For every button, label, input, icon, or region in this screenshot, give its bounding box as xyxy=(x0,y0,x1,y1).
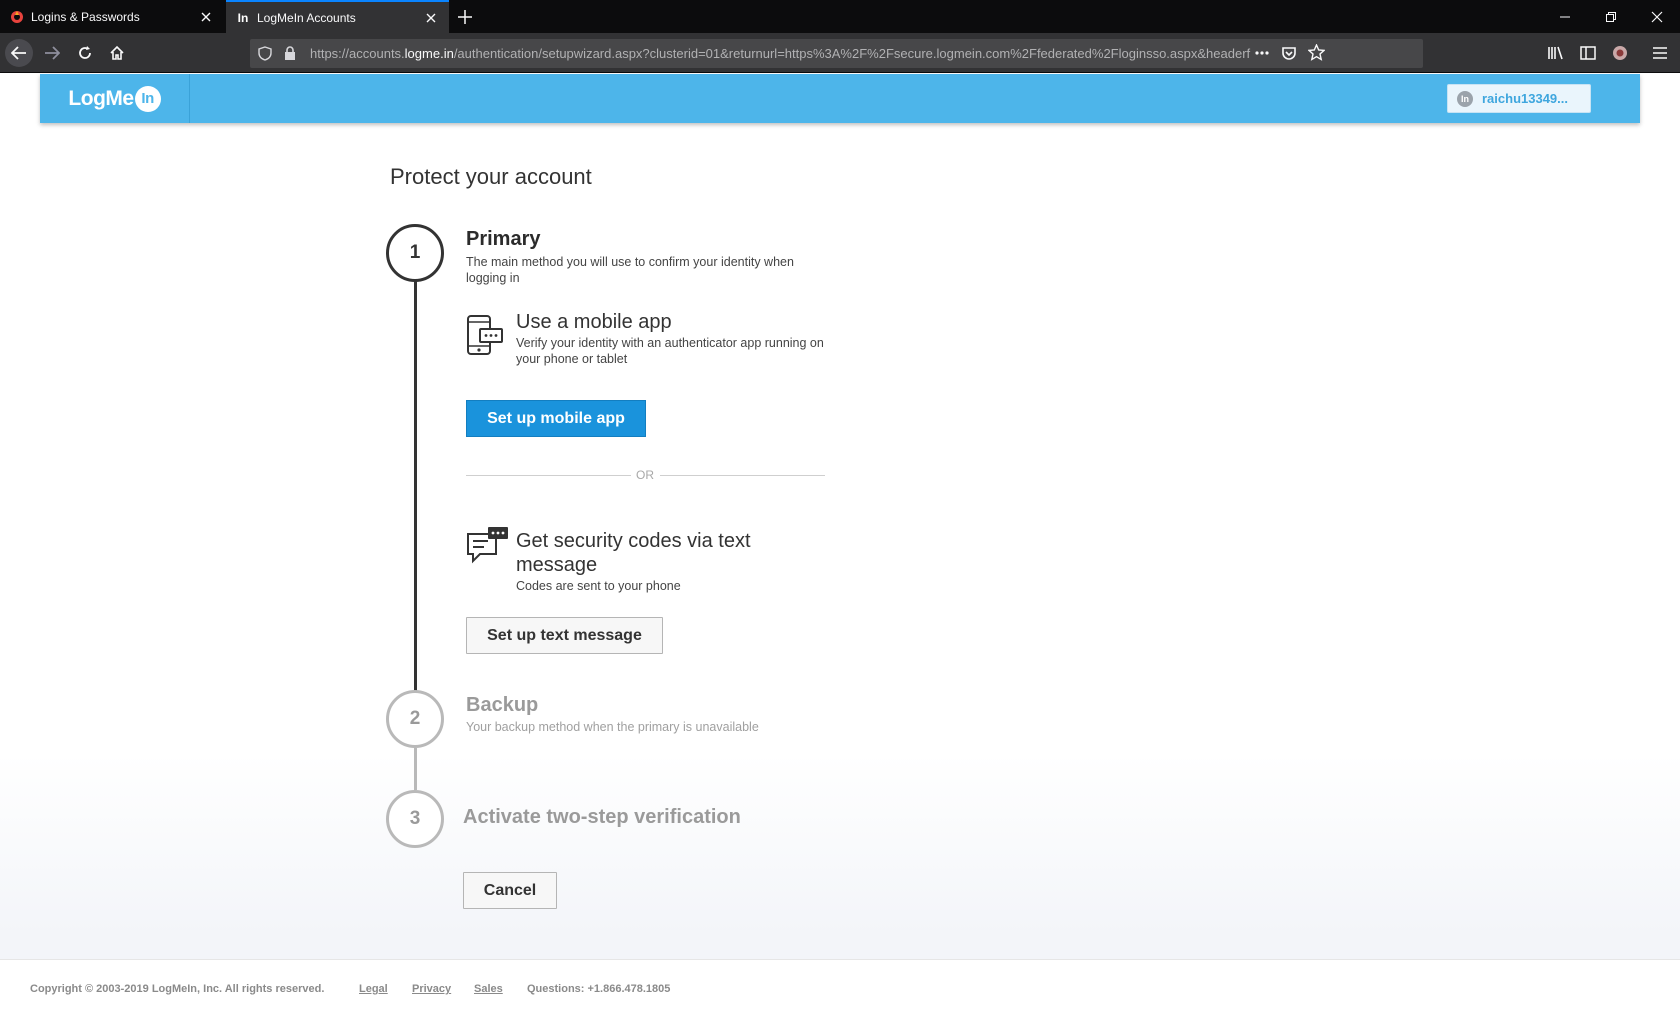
sidebar-toggle-icon[interactable] xyxy=(1574,39,1602,67)
site-header: LogMe In In raichu13349... xyxy=(40,74,1640,123)
setup-mobile-app-button[interactable]: Set up mobile app xyxy=(466,400,646,437)
url-text: https://accounts.logme.in/authentication… xyxy=(310,46,1251,61)
divider-right xyxy=(660,475,825,476)
hamburger-menu-icon[interactable] xyxy=(1646,39,1674,67)
user-name: raichu13349... xyxy=(1482,91,1568,106)
cancel-button[interactable]: Cancel xyxy=(463,872,557,909)
close-tab-icon[interactable] xyxy=(419,6,443,30)
tracking-shield-icon[interactable] xyxy=(258,46,272,66)
progress-line-active xyxy=(414,262,417,696)
logo-badge: In xyxy=(134,85,161,112)
step-1-title: Primary xyxy=(466,228,541,250)
tab-logins-passwords[interactable]: Logins & Passwords xyxy=(0,0,224,33)
forward-arrow-icon[interactable] xyxy=(38,39,66,67)
home-icon[interactable] xyxy=(103,39,131,67)
logo-text: LogMe xyxy=(68,86,134,110)
support-phone: Questions: +1.866.478.1805 xyxy=(527,983,671,995)
text-message-description: Codes are sent to your phone xyxy=(516,579,681,593)
pocket-icon[interactable] xyxy=(1281,45,1297,66)
tab-title: Logins & Passwords xyxy=(31,9,140,24)
new-tab-plus-icon[interactable] xyxy=(452,4,478,30)
step-2-description: Your backup method when the primary is u… xyxy=(466,720,759,734)
step-1-description: The main method you will use to confirm … xyxy=(466,255,794,285)
footer-link-privacy[interactable]: Privacy xyxy=(412,983,451,995)
step-1-circle: 1 xyxy=(386,224,444,282)
logmein-favicon-icon: In xyxy=(237,10,249,25)
mobile-app-title: Use a mobile app xyxy=(516,311,672,333)
step-2-title: Backup xyxy=(466,694,539,716)
step-3-circle: 3 xyxy=(386,790,444,848)
lastpass-logo-icon xyxy=(9,9,25,25)
copyright-text: Copyright © 2003-2019 LogMeIn, Inc. All … xyxy=(30,983,325,995)
text-message-icon xyxy=(466,526,508,570)
close-window-icon[interactable] xyxy=(1634,0,1680,33)
footer-link-sales[interactable]: Sales xyxy=(474,983,503,995)
page-title: Protect your account xyxy=(390,164,592,189)
minimize-icon[interactable] xyxy=(1542,0,1588,33)
lock-icon[interactable] xyxy=(284,46,296,66)
extension-avatar-icon[interactable] xyxy=(1606,39,1634,67)
library-icon[interactable] xyxy=(1542,39,1570,67)
step-2-circle: 2 xyxy=(386,690,444,748)
mobile-app-description: Verify your identity with an authenticat… xyxy=(516,336,824,366)
browser-tab-bar: Logins & Passwords In LogMeIn Accounts xyxy=(0,0,1680,33)
mobile-app-icon xyxy=(466,314,506,358)
site-footer: Copyright © 2003-2019 LogMeIn, Inc. All … xyxy=(0,959,1680,1010)
bookmark-star-icon[interactable] xyxy=(1307,43,1326,66)
close-tab-icon[interactable] xyxy=(194,5,218,29)
page-content: LogMe In In raichu13349... Protect your a… xyxy=(0,74,1680,1010)
browser-nav-bar: https://accounts.logme.in/authentication… xyxy=(0,33,1680,73)
user-menu-button[interactable]: In raichu13349... xyxy=(1447,84,1591,113)
tab-title: LogMeIn Accounts xyxy=(257,10,356,25)
or-label: OR xyxy=(636,468,654,482)
back-arrow-icon[interactable] xyxy=(5,39,33,67)
reload-icon[interactable] xyxy=(71,39,99,67)
address-bar[interactable]: https://accounts.logme.in/authentication… xyxy=(250,39,1423,68)
progress-line-inactive xyxy=(414,748,417,790)
user-avatar: In xyxy=(1457,90,1473,107)
setup-text-message-button[interactable]: Set up text message xyxy=(466,617,663,654)
step-3-title: Activate two-step verification xyxy=(463,806,741,828)
divider-left xyxy=(466,475,631,476)
page-actions-icon[interactable] xyxy=(1254,45,1270,66)
tab-logmein-accounts[interactable]: In LogMeIn Accounts xyxy=(226,0,449,33)
text-message-title: Get security codes via text message xyxy=(516,530,751,576)
restore-icon[interactable] xyxy=(1588,0,1634,33)
footer-link-legal[interactable]: Legal xyxy=(359,983,388,995)
logmein-logo[interactable]: LogMe In xyxy=(40,74,190,123)
